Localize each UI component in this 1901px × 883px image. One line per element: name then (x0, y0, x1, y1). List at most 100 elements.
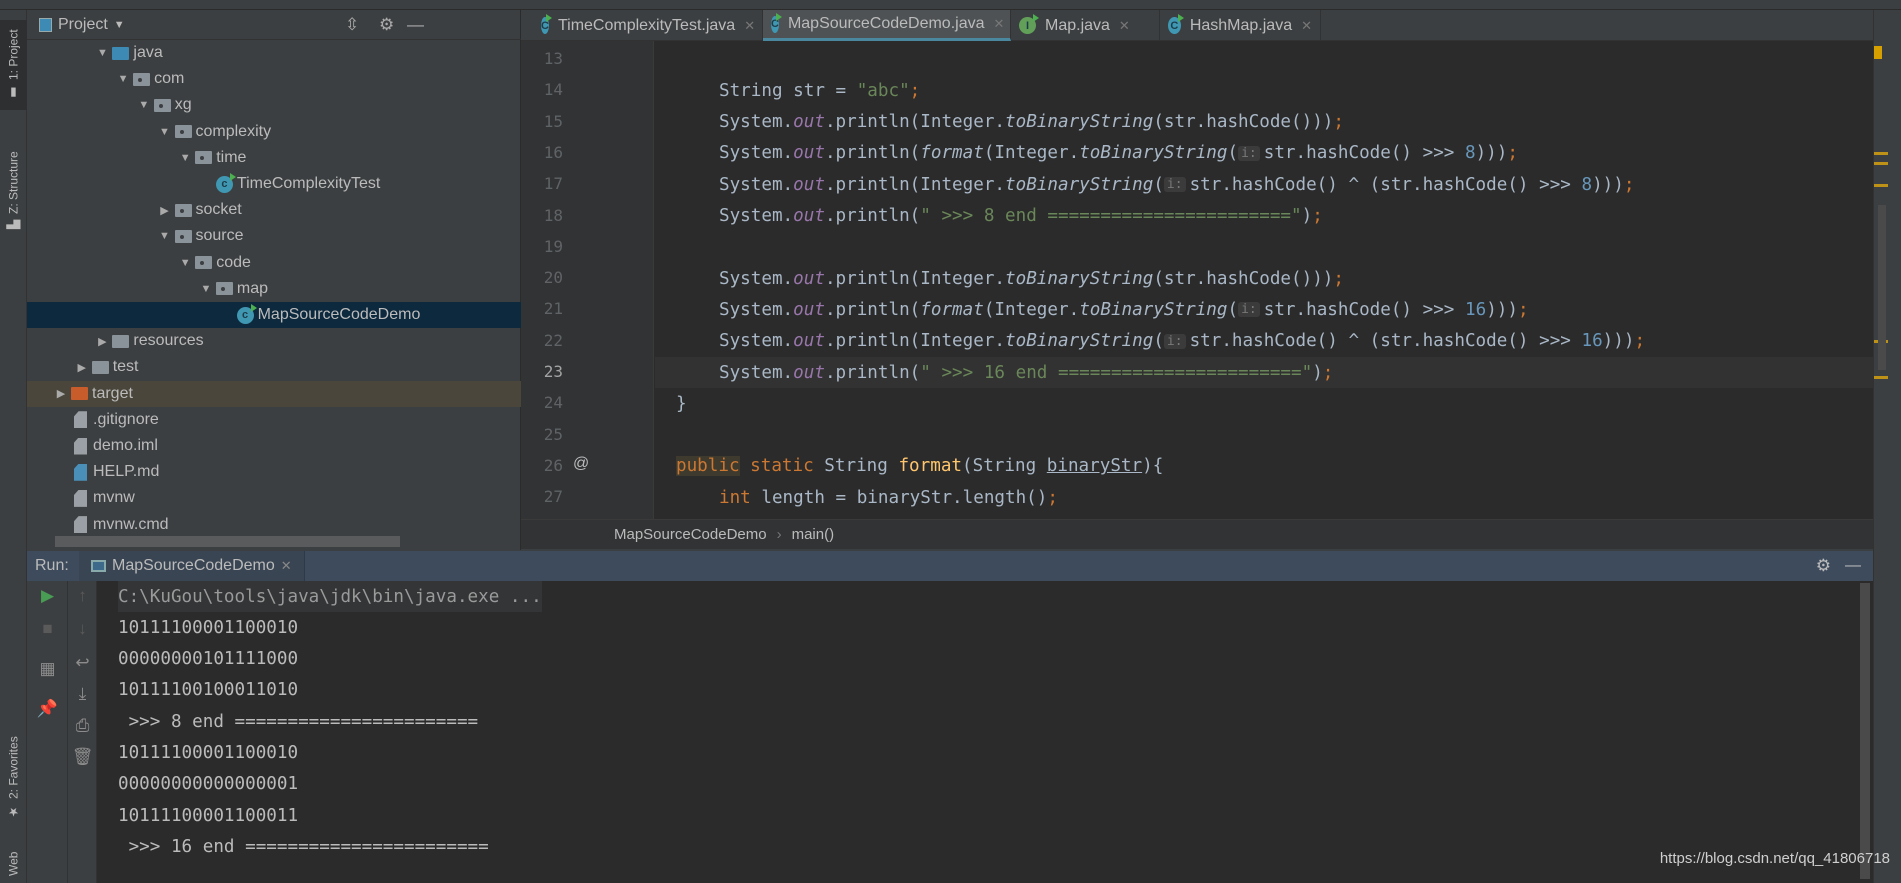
error-stripe-marker[interactable] (1874, 162, 1888, 165)
package-icon (174, 229, 192, 243)
tree-item[interactable]: ▼ java (27, 40, 521, 66)
chevron-down-icon[interactable]: ▼ (175, 257, 195, 269)
tree-item[interactable]: .gitignore (27, 407, 521, 433)
chevron-down-icon[interactable]: ▼ (196, 283, 216, 295)
line-number: 20 (543, 268, 563, 288)
gear-icon[interactable]: ⚙ (379, 15, 394, 35)
code-token: ; (1312, 206, 1323, 226)
print-icon[interactable]: ⎙ (68, 716, 97, 736)
tree-item[interactable]: c TimeComplexityTest (27, 171, 521, 197)
tree-item[interactable]: ▼ complexity (27, 119, 521, 145)
resources-folder-icon (112, 334, 130, 348)
layout-icon[interactable]: ▦ (33, 659, 62, 679)
code-line[interactable]: System. out .println(format (Integer. toBina… (655, 138, 1873, 169)
chevron-right-icon[interactable]: ▶ (92, 335, 112, 348)
code-line[interactable]: System. out .println(Integer. toBinaryStrin… (655, 107, 1873, 138)
code-line[interactable]: int length = binaryStr.length(); (655, 482, 1873, 513)
close-icon[interactable]: ✕ (281, 558, 292, 574)
minimize-icon[interactable]: — (1845, 557, 1861, 575)
breadcrumb-class[interactable]: MapSourceCodeDemo (614, 526, 767, 543)
close-icon[interactable]: ✕ (994, 16, 1005, 32)
tree-item[interactable]: ▶ target (27, 380, 521, 407)
arrow-up-icon[interactable]: ↑ (68, 586, 97, 606)
collapse-all-icon[interactable]: ⇳ (345, 15, 359, 35)
chevron-down-icon[interactable]: ▼ (92, 47, 112, 59)
editor-tab[interactable]: C HashMap.java ✕ (1160, 10, 1321, 41)
code-line[interactable]: System. out .println(" >>> 16 end ========… (655, 357, 1873, 388)
editor-tab[interactable]: C TimeComplexityTest.java ✕ (533, 10, 763, 41)
chevron-down-icon[interactable]: ▼ (155, 230, 175, 242)
tree-item[interactable]: ▼ time (27, 145, 521, 171)
tree-item-label: mvnw (93, 489, 135, 507)
rerun-icon[interactable]: ▶ (33, 586, 62, 606)
code-line[interactable] (655, 420, 1873, 451)
close-icon[interactable]: ✕ (1119, 18, 1130, 34)
chevron-down-icon[interactable]: ▼ (155, 126, 175, 138)
code-line[interactable]: System. out .println(format (Integer. toBina… (655, 294, 1873, 325)
editor-tab[interactable]: C MapSourceCodeDemo.java ✕ (763, 10, 1011, 41)
chevron-right-icon[interactable]: ▶ (72, 361, 92, 374)
favorites-tool-tab[interactable]: ★ 2: Favorites (0, 730, 27, 825)
project-tool-tab[interactable]: ▮ 1: Project (0, 20, 27, 110)
code-line[interactable]: System. out .println(Integer. toBinaryStrin… (655, 326, 1873, 357)
soft-wrap-icon[interactable]: ↩ (68, 653, 97, 673)
code-editor[interactable]: 13 14 15 16 17 18 19 20 21 22 23 24 25 26 @27 String s… (521, 41, 1873, 519)
tree-item[interactable]: mvnw.cmd (27, 512, 521, 538)
scroll-to-end-icon[interactable]: ⤓ (68, 684, 97, 704)
trash-icon[interactable]: 🗑 (68, 747, 97, 767)
tree-item[interactable]: ▶ socket (27, 197, 521, 223)
structure-tool-tab[interactable]: ▙ Z: Structure (0, 135, 27, 245)
tree-item[interactable]: ▼ xg (27, 92, 521, 118)
code-line[interactable] (655, 44, 1873, 75)
pin-icon[interactable]: 📌 (33, 699, 62, 719)
close-icon[interactable]: ✕ (1301, 18, 1312, 34)
chevron-down-icon[interactable]: ▼ (134, 99, 154, 111)
run-tab[interactable]: MapSourceCodeDemo ✕ (79, 551, 305, 581)
line-number: 25 (543, 424, 563, 444)
tree-item[interactable]: ▼ source (27, 223, 521, 249)
code-line[interactable]: System. out .println(Integer. toBinaryStrin… (655, 263, 1873, 294)
tree-item[interactable]: c MapSourceCodeDemo (27, 302, 521, 328)
code-token: out (793, 143, 825, 164)
gear-icon[interactable]: ⚙ (1816, 556, 1831, 576)
tree-item[interactable]: ▼ map (27, 276, 521, 302)
error-stripe-marker[interactable] (1874, 376, 1888, 379)
code-line[interactable]: public static String format (String binar… (655, 451, 1873, 482)
console-line: 10111100001100011 (118, 805, 299, 826)
line-number: 21 (543, 299, 563, 319)
chevron-down-icon[interactable]: ▼ (113, 73, 133, 85)
tree-item[interactable]: ▼ com (27, 66, 521, 92)
tree-item[interactable]: ▶ resources (27, 328, 521, 354)
override-marker-icon[interactable]: @ (573, 455, 589, 473)
code-token: str.hashCode() >>> (1263, 299, 1465, 320)
editor-scrollbar[interactable] (1878, 205, 1886, 370)
chevron-down-icon[interactable]: ▼ (175, 152, 195, 164)
tree-item[interactable]: HELP.md (27, 459, 521, 485)
code-line[interactable]: } (655, 388, 1873, 419)
tree-item[interactable]: ▼ code (27, 250, 521, 276)
tree-item[interactable]: ▶ test (27, 354, 521, 380)
console-output[interactable]: C:\KuGou\tools\java\jdk\bin\java.exe ...… (97, 581, 1873, 883)
breadcrumb-method[interactable]: main() (792, 526, 835, 543)
close-icon[interactable]: ✕ (744, 18, 755, 34)
code-line[interactable]: System. out .println(Integer. toBinaryStrin… (655, 169, 1873, 200)
error-stripe-marker[interactable] (1874, 184, 1888, 187)
editor-tab[interactable]: I Map.java ✕ (1011, 10, 1160, 41)
console-scrollbar[interactable] (1860, 583, 1870, 879)
code-line[interactable] (655, 232, 1873, 263)
tree-horizontal-scrollbar[interactable] (55, 536, 400, 547)
tree-item[interactable]: demo.iml (27, 433, 521, 459)
arrow-down-icon[interactable]: ↓ (68, 619, 97, 639)
project-view-selector[interactable]: Project (58, 16, 108, 34)
web-tool-tab[interactable]: Web (0, 845, 27, 883)
chevron-right-icon[interactable]: ▶ (155, 204, 175, 217)
code-line[interactable]: System. out .println(" >>> 8 end =========… (655, 201, 1873, 232)
minimize-icon[interactable]: — (407, 15, 424, 35)
inspection-status-icon[interactable] (1874, 46, 1882, 59)
error-stripe-marker[interactable] (1874, 152, 1888, 155)
code-line[interactable]: String str = "abc"; (655, 75, 1873, 106)
chevron-right-icon[interactable]: ▶ (51, 387, 71, 400)
tree-item[interactable]: mvnw (27, 485, 521, 511)
chevron-down-icon[interactable]: ▼ (114, 19, 125, 31)
stop-icon[interactable]: ■ (33, 619, 62, 639)
